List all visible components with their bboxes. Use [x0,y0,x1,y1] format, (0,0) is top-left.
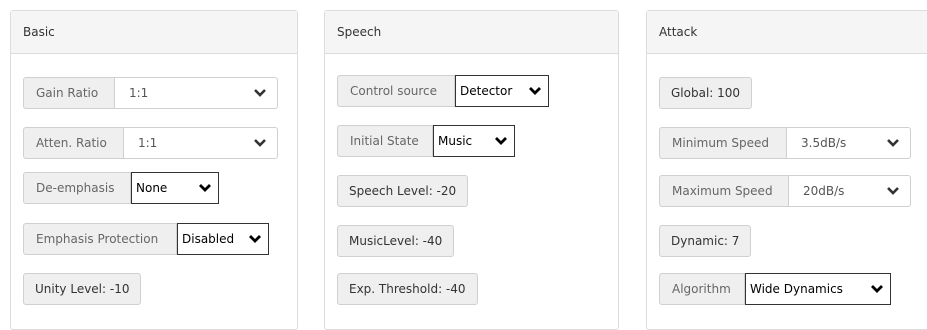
minimum-speed-group: Minimum Speed 3.5dB/s [659,127,911,159]
chevron-down-icon [254,139,266,147]
control-source-value: Detector [460,84,513,98]
basic-panel: Basic Gain Ratio 1:1 Atten. Ratio 1:1 De… [10,10,298,330]
speech-level-button[interactable]: Speech Level: -20 [337,175,469,207]
minimum-speed-value: 3.5dB/s [801,136,847,150]
attack-panel: Attack Global: 100 Minimum Speed 3.5dB/s… [646,10,927,330]
maximum-speed-select[interactable]: 20dB/s [789,175,911,207]
de-emphasis-select[interactable]: None [131,172,219,204]
maximum-speed-group: Maximum Speed 20dB/s [659,175,911,207]
emphasis-protection-group: Emphasis Protection Disabled [23,223,269,255]
atten-ratio-label: Atten. Ratio [23,127,124,159]
chevron-down-icon [887,187,899,195]
speech-panel: Speech Control source Detector Initial S… [324,10,619,330]
de-emphasis-label: De-emphasis [23,172,131,204]
atten-ratio-select[interactable]: 1:1 [124,127,278,159]
chevron-down-icon [249,235,261,243]
emphasis-protection-label: Emphasis Protection [23,223,177,255]
algorithm-group: Algorithm Wide Dynamics [659,273,891,305]
initial-state-value: Music [438,134,473,148]
basic-panel-title: Basic [11,11,297,54]
chevron-down-icon [871,285,883,293]
algorithm-label: Algorithm [659,273,745,305]
de-emphasis-value: None [136,181,168,195]
exp-threshold-button[interactable]: Exp. Threshold: -40 [337,273,478,305]
unity-level-button[interactable]: Unity Level: -10 [23,273,142,305]
global-button[interactable]: Global: 100 [659,77,753,109]
emphasis-protection-value: Disabled [182,232,235,246]
control-source-select[interactable]: Detector [455,75,549,107]
chevron-down-icon [495,137,507,145]
control-source-label: Control source [337,75,455,107]
gain-ratio-label: Gain Ratio [23,77,115,109]
de-emphasis-group: De-emphasis None [23,172,219,204]
control-source-group: Control source Detector [337,75,549,107]
atten-ratio-group: Atten. Ratio 1:1 [23,127,278,159]
gain-ratio-group: Gain Ratio 1:1 [23,77,278,109]
gain-ratio-value: 1:1 [129,86,149,100]
chevron-down-icon [887,139,899,147]
minimum-speed-select[interactable]: 3.5dB/s [787,127,911,159]
dynamic-button[interactable]: Dynamic: 7 [659,225,752,257]
chevron-down-icon [199,184,211,192]
chevron-down-icon [529,87,541,95]
initial-state-group: Initial State Music [337,125,515,157]
attack-panel-title: Attack [647,11,927,54]
initial-state-label: Initial State [337,125,433,157]
maximum-speed-label: Maximum Speed [659,175,789,207]
initial-state-select[interactable]: Music [433,125,515,157]
algorithm-value: Wide Dynamics [750,282,843,296]
emphasis-protection-select[interactable]: Disabled [177,223,269,255]
atten-ratio-value: 1:1 [138,136,158,150]
maximum-speed-value: 20dB/s [803,184,845,198]
music-level-button[interactable]: MusicLevel: -40 [337,225,455,257]
minimum-speed-label: Minimum Speed [659,127,787,159]
speech-panel-title: Speech [325,11,618,54]
chevron-down-icon [254,89,266,97]
gain-ratio-select[interactable]: 1:1 [115,77,278,109]
algorithm-select[interactable]: Wide Dynamics [745,273,891,305]
